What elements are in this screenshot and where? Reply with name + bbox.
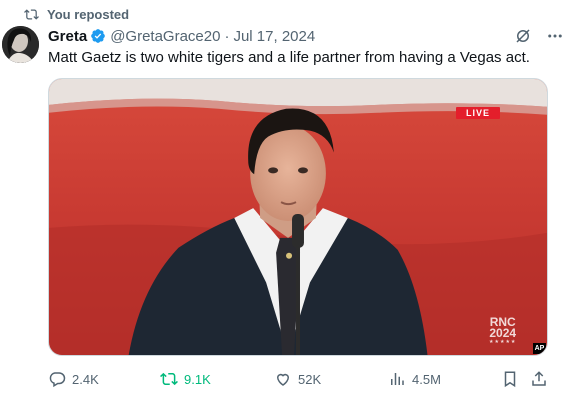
more-icon[interactable] (546, 27, 564, 45)
reply-button[interactable]: 2.4K (48, 369, 99, 389)
ap-credit-badge: AP (533, 343, 546, 354)
tweet-date[interactable]: Jul 17, 2024 (233, 28, 315, 45)
views-icon (391, 373, 404, 385)
rnc-logo: RNC 2024 ★★★★★ (489, 316, 517, 346)
video-frame (49, 79, 547, 355)
repost-context-label: You reposted (47, 6, 130, 22)
author-handle[interactable]: @GretaGrace20 (110, 28, 220, 45)
repost-icon (24, 8, 39, 20)
avatar[interactable] (2, 26, 39, 63)
grok-icon[interactable] (514, 27, 532, 45)
separator-dot: · (224, 27, 230, 45)
bookmark-button[interactable] (501, 369, 519, 389)
rnc-logo-stars: ★★★★★ (489, 339, 517, 345)
views-button[interactable]: 4.5M (388, 369, 441, 389)
repost-icon (160, 372, 178, 386)
tweet-text: Matt Gaetz is two white tigers and a lif… (48, 49, 530, 66)
header-actions (514, 27, 564, 45)
like-count: 52K (298, 371, 322, 387)
share-button[interactable] (530, 369, 548, 389)
repost-context[interactable]: You reposted (24, 6, 129, 22)
author-name[interactable]: Greta (48, 28, 87, 45)
repost-button[interactable]: 9.1K (160, 369, 211, 389)
reply-icon (49, 372, 66, 388)
tweet-actions: 2.4K 9.1K 52K 4.5M (48, 369, 558, 389)
live-badge: LIVE (456, 107, 500, 119)
verified-badge-icon[interactable] (90, 28, 106, 44)
views-count: 4.5M (412, 371, 441, 387)
repost-count: 9.1K (184, 371, 211, 387)
share-icon (532, 371, 546, 386)
like-icon (276, 373, 290, 386)
like-button[interactable]: 52K (274, 369, 321, 389)
tweet-header: Greta @GretaGrace20 · Jul 17, 2024 (48, 26, 564, 46)
reply-count: 2.4K (72, 371, 99, 387)
rnc-logo-line2: 2024 (489, 326, 517, 340)
bookmark-icon (504, 371, 516, 388)
tweet-media-video[interactable]: LIVE RNC 2024 ★★★★★ AP (48, 78, 548, 356)
avatar-image (2, 26, 39, 63)
